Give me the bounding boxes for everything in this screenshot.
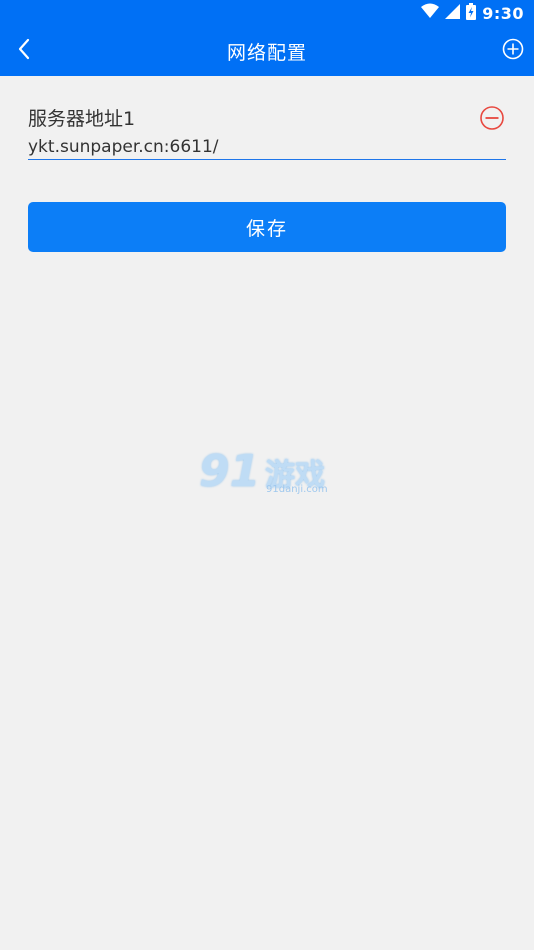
app-toolbar: 网络配置 <box>0 26 534 76</box>
add-server-button[interactable] <box>500 38 526 64</box>
status-bar: 9:30 <box>0 0 534 26</box>
cell-signal-icon <box>445 3 461 23</box>
status-icons: 9:30 <box>421 2 524 24</box>
remove-server-button[interactable] <box>479 105 505 131</box>
page-title: 网络配置 <box>226 42 307 64</box>
server-address-label: 服务器地址1 <box>28 108 136 130</box>
watermark-domain: 91danji.com <box>266 484 328 495</box>
server-address-item: 服务器地址1 <box>28 104 506 160</box>
minus-circle-icon <box>479 106 505 135</box>
wifi-icon <box>421 3 440 23</box>
battery-icon <box>466 2 477 24</box>
server-address-input[interactable] <box>28 134 506 160</box>
status-time: 9:30 <box>482 3 524 23</box>
plus-circle-icon <box>502 38 524 64</box>
save-button[interactable]: 保存 <box>28 202 506 252</box>
watermark-digits: 91 <box>199 446 261 497</box>
watermark-logo: 91 游戏 91danji.com <box>199 446 337 504</box>
